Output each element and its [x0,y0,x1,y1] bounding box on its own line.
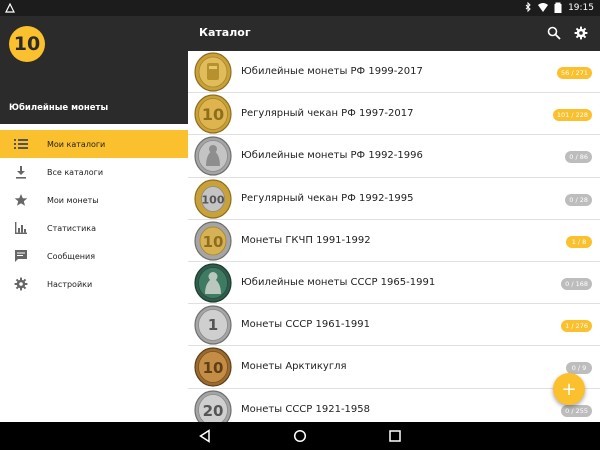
drawer-item-label: Мои каталоги [47,139,106,149]
back-icon[interactable] [198,429,212,443]
catalog-name: Монеты ГКЧП 1991-1992 [241,234,371,246]
catalog-name: Монеты СССР 1921-1958 [241,403,370,415]
progress-badge: 1 / 8 [566,235,592,248]
drawer-header: 10 Юбилейные монеты [0,16,188,124]
battery-icon [554,2,562,13]
progress-badge: 1 / 276 [561,320,592,333]
coin-image [194,52,232,92]
coin-denomination: 10 [202,105,224,124]
notification-icon [5,3,15,13]
coin-denomination: 10 [203,359,224,377]
catalog-row[interactable]: 1 Монеты СССР 1961-1991 1 / 276 [188,304,600,347]
download-icon [16,166,26,179]
app-logo: 10 [9,26,45,62]
coin-image [194,263,232,303]
coin-image [194,136,232,176]
catalog-row[interactable]: 100 Регулярный чекан РФ 1992-1995 0 / 28 [188,178,600,220]
drawer-item-label: Мои монеты [47,195,99,205]
app-bar: Каталог [188,16,600,51]
home-icon[interactable] [293,429,307,443]
catalog-row[interactable]: 10 Монеты ГКЧП 1991-1992 1 / 8 [188,220,600,262]
catalog-row[interactable]: 20 Монеты СССР 1921-1958 0 / 255 [188,389,600,422]
coin-denomination: 20 [203,402,224,420]
bluetooth-icon [525,2,531,13]
coin-image: 1 [194,305,232,345]
catalog-name: Юбилейные монеты СССР 1965-1991 [241,276,436,288]
recents-icon[interactable] [388,429,402,443]
coin-image: 10 [194,347,232,387]
drawer-item-label: Сообщения [47,251,96,261]
coin-image: 100 [194,178,232,219]
coin-denomination: 100 [202,193,225,206]
status-bar: 19:15 [0,0,600,16]
settings-icon[interactable] [574,26,588,40]
progress-badge: 0 / 255 [561,404,592,417]
progress-badge: 56 / 271 [557,67,592,79]
catalog-row[interactable]: Юбилейные монеты СССР 1965-1991 0 / 168 [188,262,600,305]
coin-image: 20 [194,389,232,422]
progress-badge: 101 / 228 [552,109,592,122]
drawer-item-label: Статистика [47,223,96,233]
catalog-name: Регулярный чекан РФ 1997-2017 [241,108,414,120]
search-icon[interactable] [547,26,561,40]
drawer-item-all-catalogs[interactable]: Все каталоги [0,158,188,186]
drawer-menu: Мои каталоги Все каталоги Мои монеты Ста… [0,130,188,298]
coin-image: 10 [194,94,232,134]
drawer-item-my-coins[interactable]: Мои монеты [0,186,188,214]
progress-badge: 0 / 168 [561,277,592,290]
catalog-row[interactable]: 10 Монеты Арктикугля 0 / 9 [188,346,600,389]
add-catalog-fab[interactable]: + [553,373,585,405]
catalog-name: Регулярный чекан РФ 1992-1995 [241,192,414,204]
message-icon [15,250,27,262]
navigation-bar [0,422,600,450]
progress-badge: 0 / 28 [565,193,592,206]
catalog-name: Монеты Арктикугля [241,361,347,373]
catalog-row[interactable]: Юбилейные монеты РФ 1992-1996 0 / 86 [188,135,600,178]
coin-denomination: 10 [203,233,224,251]
catalog-name: Юбилейные монеты РФ 1999-2017 [241,66,423,77]
star-icon [14,194,28,206]
wifi-icon [538,3,549,12]
list-icon [14,139,28,149]
catalog-row[interactable]: 10 Регулярный чекан РФ 1997-2017 101 / 2… [188,93,600,136]
drawer-item-statistics[interactable]: Статистика [0,214,188,242]
drawer-item-settings[interactable]: Настройки [0,270,188,298]
catalog-name: Монеты СССР 1961-1991 [241,319,370,331]
coin-denomination: 1 [208,316,218,334]
drawer-item-my-catalogs[interactable]: Мои каталоги [0,130,188,158]
plus-icon: + [561,378,577,400]
progress-badge: 0 / 86 [565,151,592,164]
catalog-row[interactable]: Юбилейные монеты РФ 1999-2017 56 / 271 [188,51,600,94]
clock: 19:15 [568,2,594,13]
catalog-name: Юбилейные монеты РФ 1992-1996 [241,150,423,162]
coin-image: 10 [194,221,232,261]
drawer-item-label: Настройки [47,279,93,289]
drawer-item-messages[interactable]: Сообщения [0,242,188,270]
catalog-list: Юбилейные монеты РФ 1999-2017 56 / 271 1… [188,51,600,422]
chart-icon [15,222,27,234]
navigation-drawer: 10 Юбилейные монеты Мои каталоги Все кат… [0,16,188,422]
drawer-title: Юбилейные монеты [9,103,109,113]
gear-icon [14,277,28,291]
drawer-item-label: Все каталоги [47,167,104,177]
page-title: Каталог [199,26,251,39]
